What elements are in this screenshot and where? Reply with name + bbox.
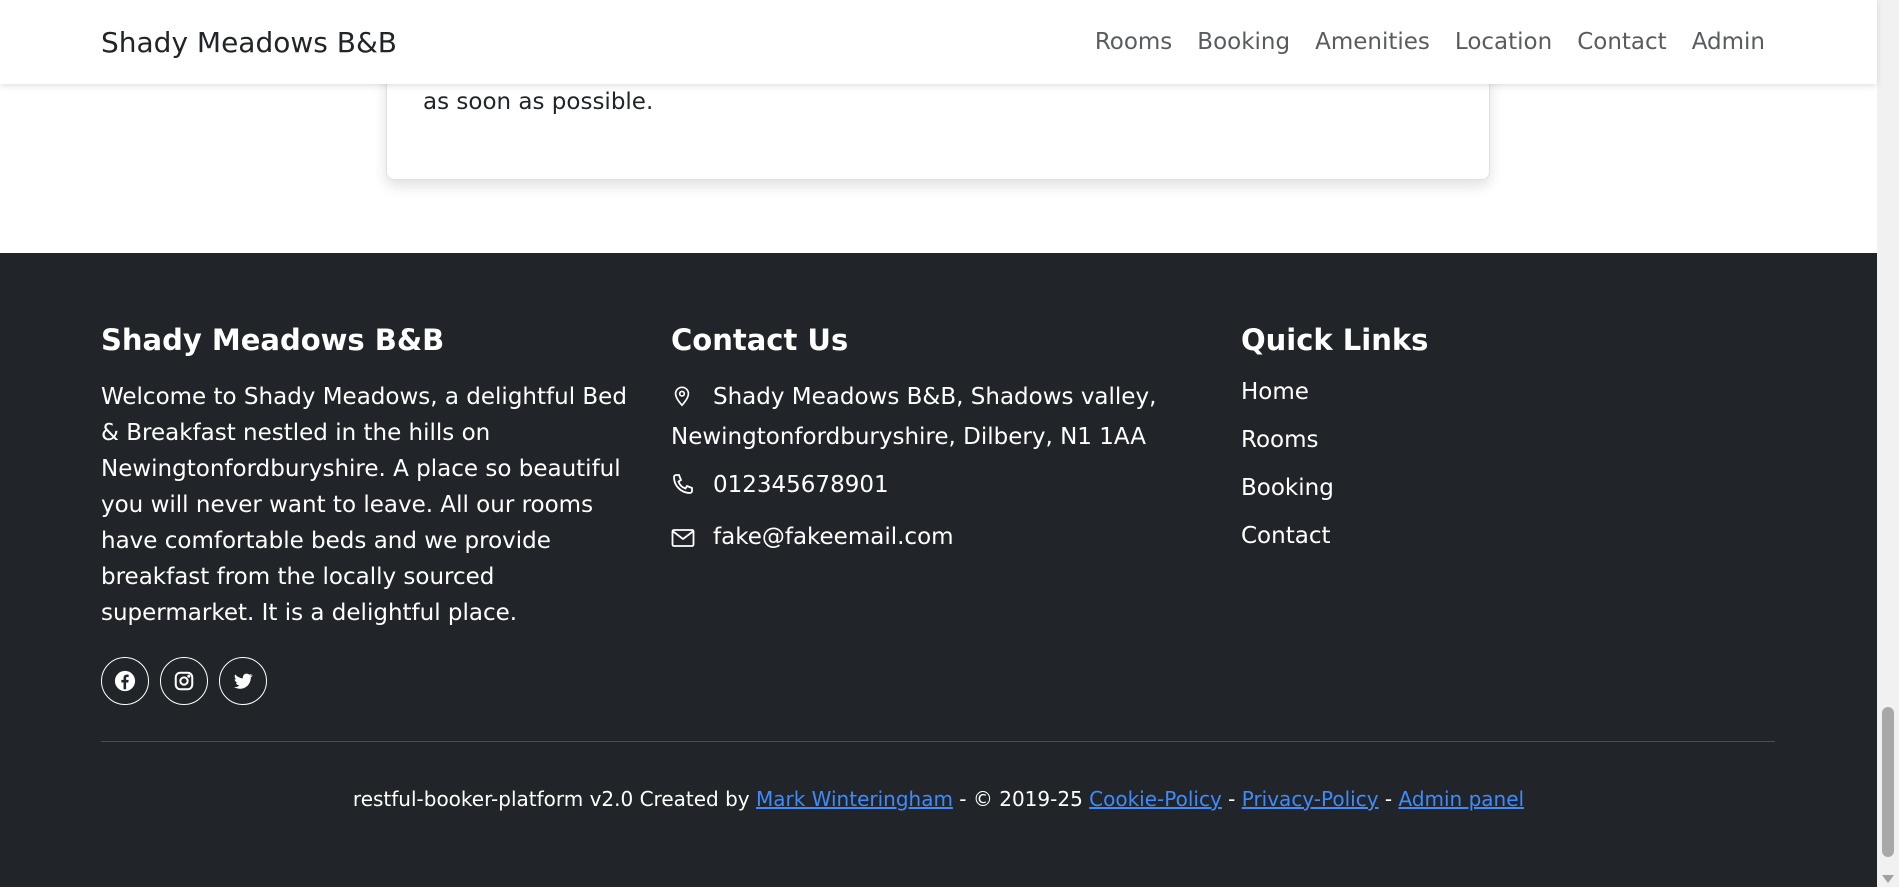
facebook-icon [114, 670, 136, 692]
twitter-button[interactable] [219, 657, 267, 705]
contact-email: fake@fakeemail.com [671, 519, 1231, 559]
nav-link-contact[interactable]: Contact [1577, 29, 1666, 55]
footer-divider [101, 741, 1775, 742]
scroll-down-arrow-icon[interactable] [1882, 875, 1894, 883]
phone-icon [671, 471, 701, 507]
quick-link-booking[interactable]: Booking [1241, 475, 1334, 501]
location-pin-icon [671, 383, 701, 419]
quick-link-home[interactable]: Home [1241, 379, 1309, 405]
footer-quick-links-title: Quick Links [1241, 323, 1429, 357]
page-scrollbar[interactable] [1877, 0, 1899, 887]
separator: - [1378, 787, 1399, 811]
footer-about-title: Shady Meadows B&B [101, 323, 445, 357]
social-links [101, 657, 641, 705]
footer-quick-links: Quick Links Home Rooms Booking Contact [1241, 323, 1641, 571]
nav-link-location[interactable]: Location [1455, 29, 1552, 55]
navbar-brand[interactable]: Shady Meadows B&B [101, 26, 397, 59]
contact-phone: 012345678901 [671, 467, 1231, 507]
footer-about-text: Welcome to Shady Meadows, a delightful B… [101, 384, 627, 626]
quick-link-contact[interactable]: Contact [1241, 523, 1330, 549]
facebook-button[interactable] [101, 657, 149, 705]
copyright-years: - © 2019-25 [952, 787, 1090, 811]
nav-link-amenities[interactable]: Amenities [1315, 29, 1430, 55]
list-item: Contact [1241, 523, 1641, 550]
privacy-policy-link[interactable]: Privacy-Policy [1242, 787, 1379, 811]
cookie-policy-link[interactable]: Cookie-Policy [1089, 787, 1222, 811]
nav-link-admin[interactable]: Admin [1692, 29, 1765, 55]
envelope-icon [671, 523, 701, 559]
separator: - [1221, 787, 1242, 811]
list-item: Booking [1241, 475, 1641, 502]
list-item: Home [1241, 379, 1641, 406]
footer-contact-title: Contact Us [671, 323, 849, 357]
copyright-line: restful-booker-platform v2.0 Created by … [0, 787, 1877, 811]
contact-address-text: Shady Meadows B&B, Shadows valley, Newin… [671, 384, 1157, 450]
nav-link-booking[interactable]: Booking [1197, 29, 1290, 55]
scrollbar-thumb[interactable] [1882, 707, 1894, 857]
admin-panel-link[interactable]: Admin panel [1398, 787, 1524, 811]
instagram-icon [174, 671, 194, 691]
copyright-prefix: restful-booker-platform v2.0 Created by [352, 787, 756, 811]
author-link[interactable]: Mark Winteringham [756, 787, 953, 811]
footer-about: Shady Meadows B&B Welcome to Shady Meado… [101, 323, 641, 705]
instagram-button[interactable] [160, 657, 208, 705]
footer-contact: Contact Us Shady Meadows B&B, Shadows va… [671, 323, 1231, 571]
contact-email-text: fake@fakeemail.com [713, 524, 954, 550]
list-item: Rooms [1241, 427, 1641, 454]
top-navbar: Shady Meadows B&B Rooms Booking Amenitie… [0, 0, 1877, 84]
quick-link-rooms[interactable]: Rooms [1241, 427, 1318, 453]
card-text: as soon as possible. [423, 89, 654, 115]
twitter-icon [234, 673, 253, 689]
nav-link-rooms[interactable]: Rooms [1095, 29, 1172, 55]
site-footer: Shady Meadows B&B Welcome to Shady Meado… [0, 253, 1877, 887]
contact-phone-text: 012345678901 [713, 472, 889, 498]
contact-address: Shady Meadows B&B, Shadows valley, Newin… [671, 379, 1231, 455]
nav-links: Rooms Booking Amenities Location Contact… [1070, 29, 1765, 55]
quick-links-list: Home Rooms Booking Contact [1241, 379, 1641, 550]
